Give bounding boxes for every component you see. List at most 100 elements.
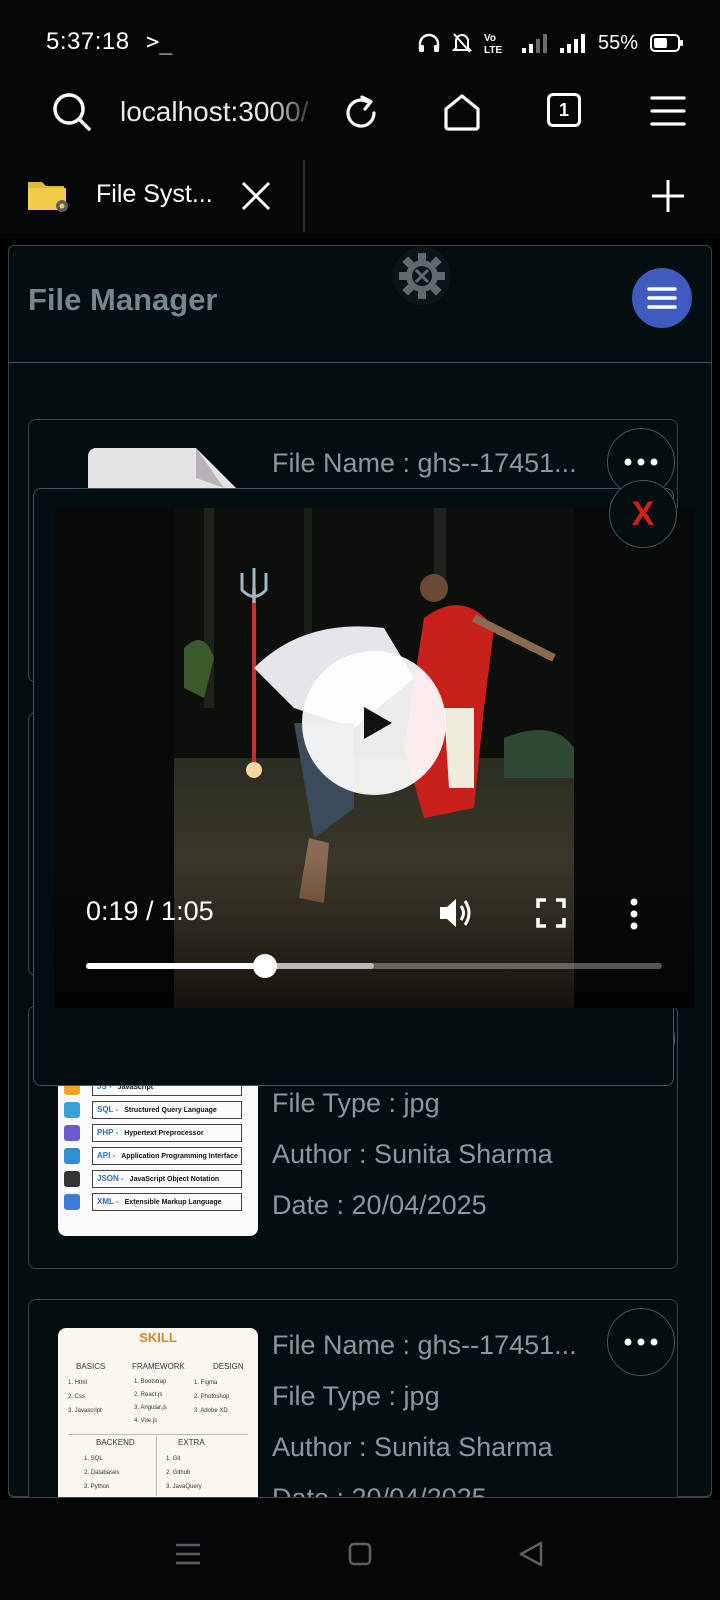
more-dots-icon bbox=[624, 1338, 658, 1346]
file-author: Author : Sunita Sharma bbox=[272, 1139, 553, 1169]
video-player[interactable] bbox=[54, 508, 694, 1008]
fullscreen-icon[interactable] bbox=[536, 898, 566, 928]
abbr-label: JSON - bbox=[97, 1174, 124, 1183]
file-type: File Type : jpg bbox=[272, 1088, 440, 1118]
abbr-text: Application Programming Interface bbox=[121, 1153, 238, 1160]
abbr-row-icon bbox=[64, 1171, 80, 1187]
skill-item: 2. Css bbox=[68, 1394, 86, 1400]
header-divider bbox=[8, 362, 712, 363]
search-icon[interactable] bbox=[52, 92, 92, 132]
abbr-row: PHP - Hypertext Preprocessor bbox=[64, 1124, 254, 1142]
more-dots-icon bbox=[624, 458, 658, 466]
file-thumbnail-placeholder bbox=[88, 448, 236, 488]
skill-heading: BASICS bbox=[76, 1362, 106, 1371]
url-field[interactable]: localhost:3000/ bbox=[120, 96, 320, 128]
recent-apps-icon[interactable] bbox=[174, 1542, 202, 1566]
skill-item: 2. Databases bbox=[84, 1470, 120, 1476]
folder-icon bbox=[28, 182, 68, 212]
hamburger-icon bbox=[647, 287, 677, 309]
skill-heading: BACKEND bbox=[96, 1438, 135, 1447]
skill-item: 4. Vue.js bbox=[134, 1418, 158, 1424]
abbr-label: SQL - bbox=[97, 1105, 119, 1114]
tab-title[interactable]: File Syst... bbox=[96, 180, 213, 209]
home-nav-icon[interactable] bbox=[348, 1542, 372, 1566]
skill-heading: EXTRA bbox=[178, 1438, 205, 1447]
panel-bottom-edge bbox=[8, 1488, 712, 1498]
abbr-row-icon bbox=[64, 1194, 80, 1210]
progress-track[interactable] bbox=[86, 954, 662, 978]
abbr-row-box: PHP - Hypertext Preprocessor bbox=[92, 1124, 242, 1142]
skill-item: 1. SQL bbox=[84, 1456, 103, 1462]
file-thumbnail: SKILL BASICS FRAMEWORK DESIGN 1. Html 2. … bbox=[58, 1328, 258, 1498]
close-modal-button[interactable]: X bbox=[609, 480, 677, 548]
abbr-text: Extensible Markup Language bbox=[124, 1199, 222, 1206]
video-more-icon[interactable] bbox=[628, 898, 640, 930]
skill-title: SKILL bbox=[139, 1330, 177, 1345]
skill-item: 1. Bootstrap bbox=[134, 1379, 167, 1385]
abbr-row-icon bbox=[64, 1148, 80, 1164]
svg-text:LTE: LTE bbox=[484, 45, 502, 55]
file-author: Author : Sunita Sharma bbox=[272, 1432, 553, 1462]
svg-text:Vo: Vo bbox=[484, 33, 496, 44]
file-name: File Name : ghs--17451... bbox=[272, 448, 577, 478]
tab-divider bbox=[303, 160, 305, 232]
skill-item: 3. Javascript bbox=[68, 1408, 102, 1414]
abbr-text: Structured Query Language bbox=[124, 1107, 217, 1114]
skill-item: 1. Figma bbox=[194, 1380, 218, 1386]
abbr-row-icon bbox=[64, 1125, 80, 1141]
skill-heading: FRAMEWORK bbox=[132, 1362, 185, 1371]
skill-item: 2. Photoshop bbox=[194, 1394, 230, 1400]
tab-switcher-button[interactable]: 1 bbox=[547, 93, 581, 127]
skill-item: 3. Adobe XD bbox=[194, 1408, 228, 1414]
back-icon[interactable] bbox=[518, 1541, 544, 1567]
abbr-row: SQL - Structured Query Language bbox=[64, 1101, 254, 1119]
page-title: File Manager bbox=[28, 282, 218, 317]
tab-count: 1 bbox=[558, 99, 569, 120]
volte-icon: VoLTE bbox=[484, 33, 502, 55]
abbr-label: PHP - bbox=[97, 1128, 119, 1137]
skill-item: 2. Github bbox=[166, 1470, 191, 1476]
skill-heading: DESIGN bbox=[213, 1362, 244, 1371]
mute-bell-icon bbox=[451, 33, 472, 53]
signal-weak-icon bbox=[521, 34, 547, 53]
settings-gear-icon[interactable] bbox=[392, 246, 452, 306]
hamburger-menu-button[interactable] bbox=[632, 268, 692, 328]
skill-item: 1. Git bbox=[166, 1456, 181, 1462]
abbr-row-icon bbox=[64, 1102, 80, 1118]
played-bar bbox=[86, 963, 265, 969]
terminal-icon: >_ bbox=[146, 30, 173, 55]
scrubber-handle[interactable] bbox=[252, 954, 277, 978]
volume-icon[interactable] bbox=[438, 896, 476, 930]
abbr-label: API - bbox=[97, 1151, 116, 1160]
abbr-row-box: JSON - JavaScript Object Notation bbox=[92, 1170, 242, 1188]
file-date: Date : 20/04/2025 bbox=[272, 1190, 487, 1220]
close-tab-icon[interactable] bbox=[240, 180, 272, 212]
abbr-row-box: SQL - Structured Query Language bbox=[92, 1101, 242, 1119]
abbr-row: XML - Extensible Markup Language bbox=[64, 1193, 254, 1211]
reload-icon[interactable] bbox=[342, 94, 380, 132]
menu-icon[interactable] bbox=[650, 94, 686, 128]
abbr-text: JavaScript Object Notation bbox=[129, 1176, 220, 1183]
skill-item: 3. Angular.js bbox=[134, 1405, 167, 1411]
status-icons: Vo LTE 55% bbox=[418, 26, 684, 60]
play-button[interactable] bbox=[302, 651, 446, 795]
play-icon bbox=[364, 707, 392, 739]
file-name: File Name : ghs--17451... bbox=[272, 1330, 577, 1360]
video-time: 0:19 / 1:05 bbox=[86, 896, 214, 926]
new-tab-icon[interactable] bbox=[650, 178, 686, 214]
headphones-icon bbox=[418, 33, 440, 52]
skill-item: 2. React.js bbox=[134, 1392, 163, 1398]
abbr-row-box: API - Application Programming Interface bbox=[92, 1147, 242, 1165]
status-time: 5:37:18 bbox=[46, 28, 130, 55]
battery-percent: 55% bbox=[597, 31, 638, 54]
more-options-button[interactable] bbox=[607, 1308, 675, 1376]
file-type: File Type : jpg bbox=[272, 1381, 440, 1411]
home-icon[interactable] bbox=[442, 92, 482, 132]
signal-strong-icon bbox=[559, 34, 585, 53]
abbr-row: API - Application Programming Interface bbox=[64, 1147, 254, 1165]
battery-icon bbox=[650, 34, 683, 52]
file-thumbnail: JS - JavaScript SQL - Structured Query Lang… bbox=[58, 1066, 258, 1236]
abbr-row: JSON - JavaScript Object Notation bbox=[64, 1170, 254, 1188]
abbr-row-box: XML - Extensible Markup Language bbox=[92, 1193, 242, 1211]
close-label: X bbox=[631, 494, 655, 533]
